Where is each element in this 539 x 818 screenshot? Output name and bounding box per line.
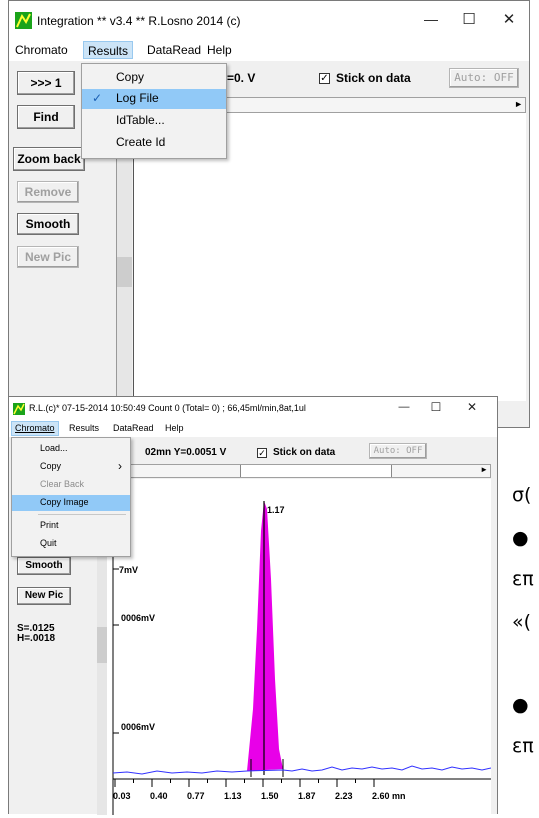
chromato-item-quit[interactable]: Quit [12, 536, 130, 552]
x-tick-label: 2.23 [335, 791, 353, 801]
document-text-6: επ [512, 735, 534, 757]
menu-chromato-2[interactable]: Chromato [11, 421, 59, 436]
title-bar[interactable]: Integration ** v3.4 ** R.Losno 2014 (c) … [9, 1, 529, 41]
title-bar-2[interactable]: R.L.(c)* 07-15-2014 10:50:49 Count 0 (To… [9, 397, 497, 421]
peak-area [247, 501, 283, 771]
chevron-right-icon: › [118, 459, 122, 473]
chromato-dropdown: Load... Copy › Clear Back Copy Image Pri… [11, 437, 131, 557]
results-item-log-file-label: Log File [116, 91, 159, 105]
document-text-5: ● [512, 694, 529, 716]
results-item-log-file[interactable]: ✓ Log File [82, 89, 226, 109]
coordinate-readout: =0. V [227, 71, 256, 85]
window-title: Integration ** v3.4 ** R.Losno 2014 (c) [37, 14, 241, 28]
menu-help[interactable]: Help [207, 43, 232, 57]
x-tick-label: 0.77 [187, 791, 205, 801]
close-button[interactable]: ✕ [489, 10, 529, 28]
document-text-1: σ( [512, 484, 532, 506]
menu-bar: Chromato Results DataRead Help [9, 41, 529, 61]
results-item-idtable[interactable]: IdTable... [82, 111, 226, 131]
menu-chromato[interactable]: Chromato [15, 43, 68, 57]
scroll-thumb-h[interactable] [240, 465, 392, 477]
results-item-create-id-label: Create Id [116, 135, 166, 149]
menu-bar-2: Chromato Results DataRead Help [9, 421, 497, 437]
app-icon-2 [13, 403, 25, 415]
peak-label: 1.17 [267, 505, 285, 515]
results-dropdown: Copy ✓ Log File IdTable... Create Id [81, 63, 227, 159]
chromato-item-print-label: Print [40, 520, 59, 530]
menu-separator [38, 514, 126, 515]
app-icon [15, 12, 32, 29]
results-item-copy-label: Copy [116, 70, 145, 84]
menu-results-label: Results [88, 44, 129, 58]
scroll-thumb-v[interactable] [97, 627, 107, 663]
results-item-idtable-label: IdTable... [116, 113, 165, 127]
baseline-trace [112, 765, 492, 775]
document-text-3: επ [512, 568, 534, 590]
zoom-back-button[interactable]: Zoom back [13, 147, 85, 171]
y-label: 0006mV [121, 722, 155, 732]
menu-dataread[interactable]: DataRead [147, 43, 201, 57]
minimize-button[interactable]: — [411, 11, 451, 27]
scroll-right-arrow-2[interactable]: ► [480, 465, 488, 474]
stick-on-data-checkbox-2[interactable]: ✓ [257, 448, 267, 458]
x-tick-label: 1.87 [298, 791, 316, 801]
results-item-create-id[interactable]: Create Id [82, 133, 226, 153]
menu-help-2[interactable]: Help [165, 423, 184, 433]
window-title-2: R.L.(c)* 07-15-2014 10:50:49 Count 0 (To… [29, 403, 306, 413]
auto-off-button-2[interactable]: Auto: OFF [369, 443, 427, 459]
auto-off-button[interactable]: Auto: OFF [449, 68, 519, 88]
menu-results-2[interactable]: Results [69, 423, 99, 433]
x-tick-label: 2.60 mn [372, 791, 406, 801]
y-label: 0006mV [121, 613, 155, 623]
remove-button[interactable]: Remove [17, 181, 79, 203]
menu-chromato-2-label: Chromato [15, 423, 55, 433]
chromato-item-copy[interactable]: Copy › [12, 459, 130, 475]
chromatogram-window: R.L.(c)* 07-15-2014 10:50:49 Count 0 (To… [8, 396, 498, 815]
minimize-button-2[interactable]: — [389, 401, 419, 413]
close-button-2[interactable]: ✕ [457, 400, 487, 414]
chromato-item-clear-back-label: Clear Back [40, 479, 85, 489]
x-axis-ticks: 0.03 0.40 0.77 1.13 1.50 1.87 2.23 2.60 mn [113, 779, 406, 801]
stick-on-data-checkbox[interactable]: ✓ [319, 73, 330, 84]
check-icon: ✓ [92, 91, 103, 105]
stick-on-data-label: Stick on data [336, 71, 411, 85]
x-tick-label: 1.13 [224, 791, 242, 801]
results-item-copy[interactable]: Copy [82, 68, 226, 88]
chromato-item-quit-label: Quit [40, 538, 57, 548]
chromato-item-clear-back[interactable]: Clear Back [12, 477, 130, 493]
integration-window: Integration ** v3.4 ** R.Losno 2014 (c) … [8, 0, 530, 428]
scroll-thumb[interactable] [117, 257, 132, 287]
new-pic-button[interactable]: New Pic [17, 246, 79, 268]
chromato-item-copy-label: Copy [40, 461, 62, 471]
maximize-button[interactable]: ☐ [449, 10, 489, 28]
y-label: 7mV [119, 565, 138, 575]
menu-results[interactable]: Results [83, 41, 134, 59]
chromato-item-copy-image-label: Copy Image [40, 497, 89, 507]
smooth-button-2[interactable]: Smooth [17, 557, 71, 575]
stat-h: H=.0018 [17, 633, 56, 644]
smooth-button[interactable]: Smooth [17, 213, 79, 235]
document-text-4: «( [512, 611, 532, 633]
find-button[interactable]: Find [17, 105, 75, 129]
chromato-item-load[interactable]: Load... [12, 441, 130, 457]
chromato-item-print[interactable]: Print [12, 518, 130, 534]
document-text-2: ● [512, 527, 529, 549]
scroll-right-arrow[interactable]: ► [514, 99, 523, 109]
chromato-item-load-label: Load... [40, 443, 68, 453]
stick-on-data-label-2: Stick on data [273, 447, 336, 458]
menu-dataread-2[interactable]: DataRead [113, 423, 154, 433]
x-tick-label: 1.50 [261, 791, 279, 801]
maximize-button-2[interactable]: ☐ [421, 400, 451, 414]
new-pic-button-2[interactable]: New Pic [17, 587, 71, 605]
horizontal-scrollbar-2[interactable]: ► [105, 464, 491, 478]
chromatogram-svg: 7mV 0006mV 0006mV 1.17 0.03 0.40 0.77 1.13 1… [112, 479, 492, 815]
x-tick-label: 0.03 [113, 791, 131, 801]
chromatogram-plot[interactable]: 7mV 0006mV 0006mV 1.17 0.03 0.40 0.77 1.13 1… [107, 479, 492, 815]
chromato-item-copy-image[interactable]: Copy Image [12, 495, 130, 511]
coordinate-readout-2: 02mn Y=0.0051 V [145, 447, 227, 458]
next-button[interactable]: >>> 1 [17, 71, 75, 95]
x-tick-label: 0.40 [150, 791, 168, 801]
